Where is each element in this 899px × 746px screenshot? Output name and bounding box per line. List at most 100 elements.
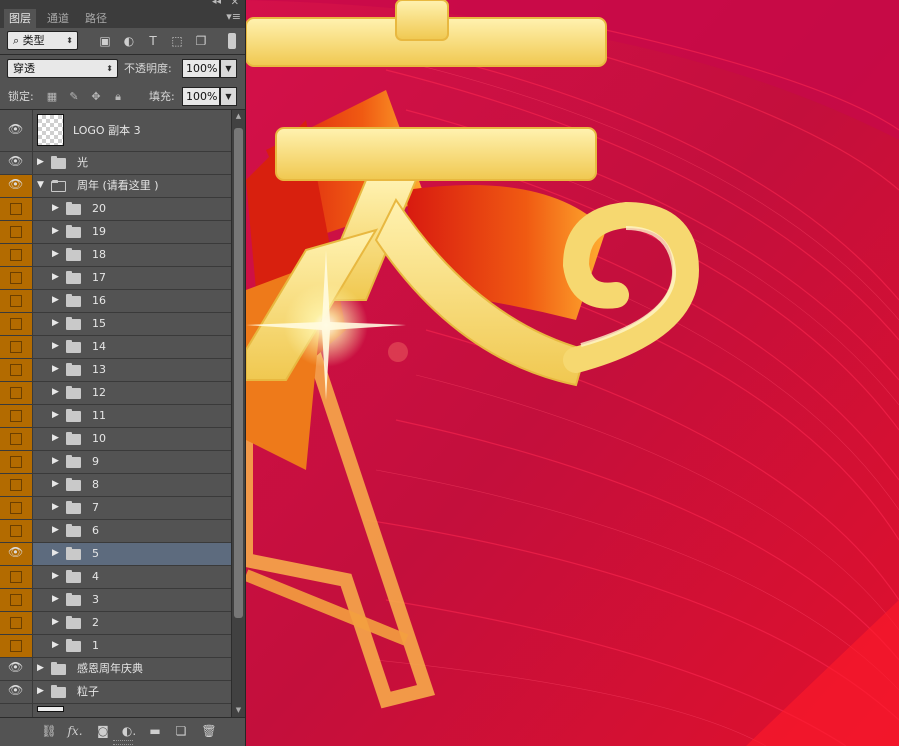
- expand-triangle-icon[interactable]: ▶: [52, 387, 59, 397]
- layer-row[interactable]: ▶ 4: [0, 566, 231, 589]
- tab-paths[interactable]: 路径: [80, 9, 112, 28]
- expand-triangle-icon[interactable]: ▶: [52, 249, 59, 259]
- layer-style-fx-icon[interactable]: fx.: [66, 722, 84, 740]
- layer-row[interactable]: ▶ 6: [0, 520, 231, 543]
- layer-row[interactable]: 👁︎ ▶ 光: [0, 152, 231, 175]
- layer-row[interactable]: ▶ 2: [0, 612, 231, 635]
- scroll-down-icon[interactable]: ▼: [232, 704, 245, 717]
- layer-row[interactable]: ▶ 1: [0, 635, 231, 658]
- layer-row[interactable]: ▶ 8: [0, 474, 231, 497]
- close-panel-icon[interactable]: ✕: [231, 0, 239, 8]
- layer-visibility-toggle[interactable]: 👁︎: [0, 543, 33, 565]
- layer-visibility-toggle[interactable]: [0, 612, 33, 634]
- expand-triangle-icon[interactable]: ▶: [52, 226, 59, 236]
- lock-all-icon[interactable]: 🔒︎: [111, 87, 125, 106]
- layer-row[interactable]: ▶ 16: [0, 290, 231, 313]
- layer-visibility-toggle[interactable]: 👁︎: [0, 681, 33, 703]
- layer-row[interactable]: ▶ 12: [0, 382, 231, 405]
- filter-pixel-layers-icon[interactable]: ▣: [97, 33, 113, 49]
- layer-visibility-toggle[interactable]: 👁︎: [0, 175, 33, 197]
- layer-row[interactable]: 👁︎ ▶ 粒子: [0, 681, 231, 704]
- layer-visibility-toggle[interactable]: [0, 589, 33, 611]
- layer-row[interactable]: ▶ 15: [0, 313, 231, 336]
- filter-adjustment-layers-icon[interactable]: ◐: [121, 33, 137, 49]
- link-layers-icon[interactable]: ⛓: [40, 722, 58, 740]
- expand-triangle-icon[interactable]: ▶: [52, 456, 59, 466]
- layer-visibility-toggle[interactable]: [0, 405, 33, 427]
- layer-visibility-toggle[interactable]: [0, 221, 33, 243]
- layer-row[interactable]: ▶ 17: [0, 267, 231, 290]
- layer-visibility-toggle[interactable]: [0, 474, 33, 496]
- fill-input[interactable]: 100%: [182, 87, 220, 106]
- lock-image-pixels-icon[interactable]: ✎: [67, 87, 81, 106]
- layer-visibility-toggle[interactable]: [0, 198, 33, 220]
- layer-visibility-toggle[interactable]: [0, 428, 33, 450]
- scrollbar-thumb[interactable]: [234, 128, 243, 618]
- resize-grip[interactable]: [113, 740, 133, 745]
- layer-visibility-toggle[interactable]: 👁︎: [0, 152, 33, 174]
- layer-visibility-toggle[interactable]: [0, 267, 33, 289]
- layer-row[interactable]: 👁︎ ▼ 周年 (请看这里 ): [0, 175, 231, 198]
- layer-row[interactable]: ▶ 11: [0, 405, 231, 428]
- add-mask-icon[interactable]: ◙: [94, 722, 112, 740]
- layer-visibility-toggle[interactable]: [0, 359, 33, 381]
- layer-row[interactable]: ▶ 7: [0, 497, 231, 520]
- expand-triangle-icon[interactable]: ▶: [52, 272, 59, 282]
- collapse-panel-icon[interactable]: ◂◂: [212, 0, 221, 7]
- filter-smart-objects-icon[interactable]: ❐: [193, 33, 209, 49]
- layer-visibility-toggle[interactable]: 👁︎: [0, 110, 33, 151]
- layer-row[interactable]: ▶ 14: [0, 336, 231, 359]
- layer-visibility-toggle[interactable]: [0, 497, 33, 519]
- layer-visibility-toggle[interactable]: [0, 336, 33, 358]
- layer-row[interactable]: ▶ 20: [0, 198, 231, 221]
- new-adjustment-layer-icon[interactable]: ◐.: [120, 722, 138, 740]
- filter-shape-layers-icon[interactable]: ⬚: [169, 33, 185, 49]
- expand-triangle-icon[interactable]: ▶: [52, 594, 59, 604]
- expand-triangle-icon[interactable]: ▶: [52, 640, 59, 650]
- opacity-input[interactable]: 100%: [182, 59, 220, 78]
- expand-triangle-icon[interactable]: ▶: [52, 548, 59, 558]
- expand-triangle-icon[interactable]: ▶: [52, 295, 59, 305]
- panel-menu-icon[interactable]: ▾≡: [226, 10, 241, 23]
- layer-visibility-toggle[interactable]: 👁︎: [0, 658, 33, 680]
- layer-row-partial[interactable]: [0, 704, 231, 717]
- document-canvas[interactable]: [246, 0, 899, 746]
- layer-row[interactable]: ▶ 3: [0, 589, 231, 612]
- expand-triangle-icon[interactable]: ▶: [52, 617, 59, 627]
- layer-row[interactable]: 👁︎ ▶ 感恩周年庆典: [0, 658, 231, 681]
- layer-visibility-toggle[interactable]: [0, 382, 33, 404]
- expand-triangle-icon[interactable]: ▶: [52, 525, 59, 535]
- layer-row[interactable]: ▶ 19: [0, 221, 231, 244]
- new-group-icon[interactable]: ▬: [146, 722, 164, 740]
- opacity-dropdown-icon[interactable]: ▼: [220, 59, 237, 78]
- expand-triangle-icon[interactable]: ▶: [52, 410, 59, 420]
- layer-row[interactable]: ▶ 13: [0, 359, 231, 382]
- expand-triangle-icon[interactable]: ▶: [37, 686, 44, 696]
- layer-visibility-toggle[interactable]: [0, 704, 33, 717]
- expand-triangle-icon[interactable]: ▶: [52, 479, 59, 489]
- layer-row[interactable]: ▶ 10: [0, 428, 231, 451]
- layer-row[interactable]: 👁︎ LOGO 副本 3: [0, 110, 231, 152]
- expand-triangle-icon[interactable]: ▶: [52, 571, 59, 581]
- fill-dropdown-icon[interactable]: ▼: [220, 87, 237, 106]
- filter-toggle-switch[interactable]: [228, 33, 236, 49]
- lock-transparent-pixels-icon[interactable]: ▦: [45, 87, 59, 106]
- expand-triangle-icon[interactable]: ▶: [37, 663, 44, 673]
- expand-triangle-icon[interactable]: ▶: [52, 433, 59, 443]
- filter-type-layers-icon[interactable]: T: [145, 33, 161, 49]
- layer-row[interactable]: 👁︎ ▶ 5: [0, 543, 231, 566]
- filter-type-select[interactable]: ⌕ 类型 ⬍: [7, 31, 78, 50]
- layer-visibility-toggle[interactable]: [0, 520, 33, 542]
- expand-triangle-icon[interactable]: ▶: [52, 364, 59, 374]
- layer-visibility-toggle[interactable]: [0, 244, 33, 266]
- scroll-up-icon[interactable]: ▲: [232, 110, 245, 123]
- layer-visibility-toggle[interactable]: [0, 451, 33, 473]
- layer-visibility-toggle[interactable]: [0, 313, 33, 335]
- expand-triangle-icon[interactable]: ▶: [37, 157, 44, 167]
- layer-visibility-toggle[interactable]: [0, 635, 33, 657]
- lock-position-icon[interactable]: ✥: [89, 87, 103, 106]
- layer-visibility-toggle[interactable]: [0, 566, 33, 588]
- layer-row[interactable]: ▶ 18: [0, 244, 231, 267]
- tab-channels[interactable]: 通道: [42, 9, 74, 28]
- tab-layers[interactable]: 图层: [4, 9, 36, 28]
